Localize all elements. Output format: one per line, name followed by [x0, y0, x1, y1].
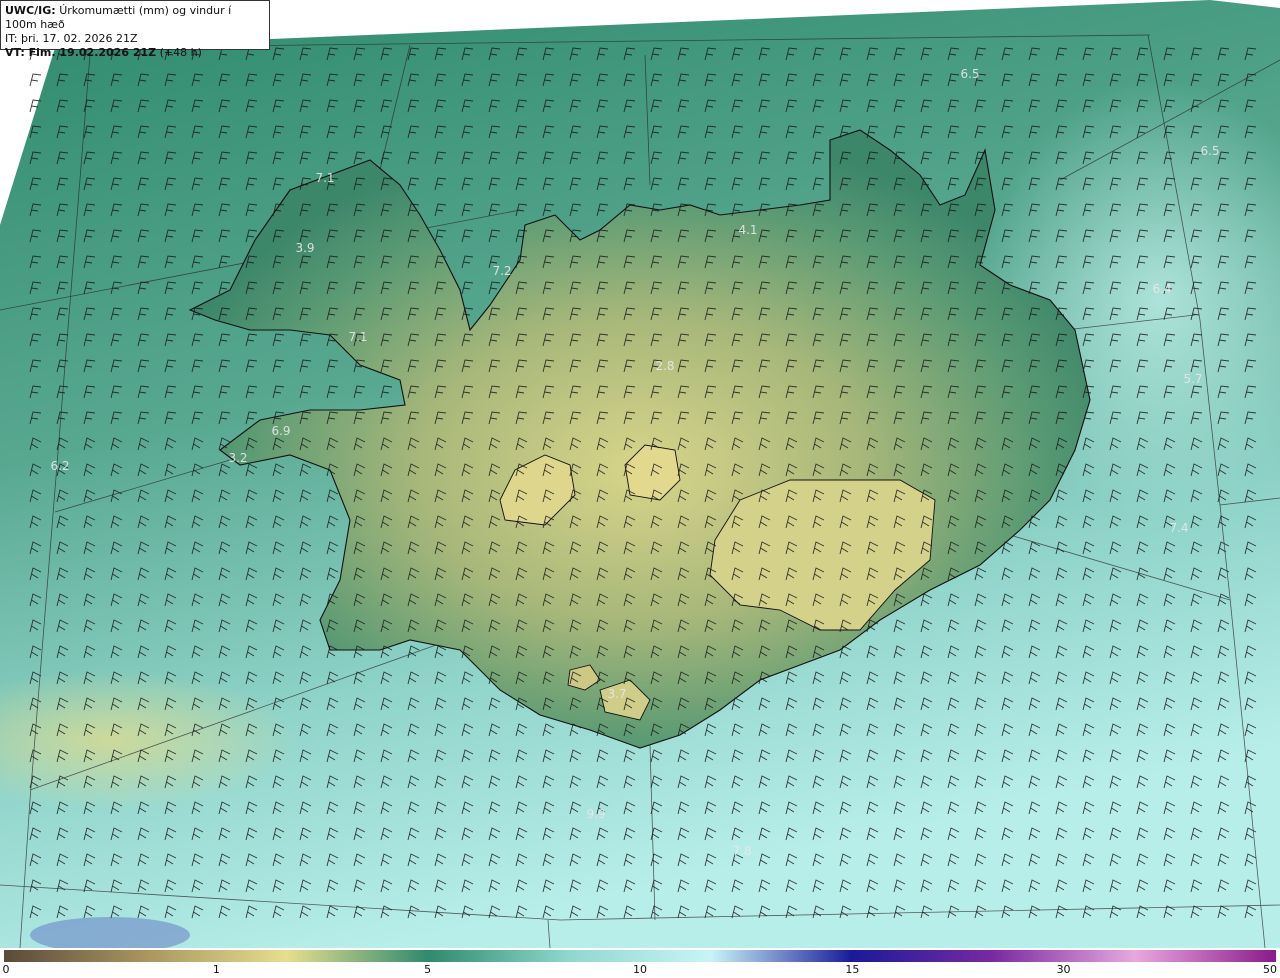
value-label: 3.2	[228, 451, 247, 465]
header-init-line: IT: þri. 17. 02. 2026 21Z	[5, 32, 265, 46]
value-label: 7.8	[732, 844, 751, 858]
colorbar-tick-label: 5	[424, 963, 432, 976]
colorbar: 0 1 5 10 15 30 50	[0, 948, 1280, 978]
value-label: 5.7	[1183, 372, 1202, 386]
colorbar-tick-label: 30	[1056, 963, 1071, 976]
forecast-map[interactable]: 6.5 6.5 7.1 3.9 7.2 4.1 6.4 7.1 2.8 5.7 …	[0, 0, 1280, 948]
value-label: 7.1	[315, 171, 334, 185]
value-label: 7.4	[1169, 521, 1188, 535]
colorbar-tick-label: 10	[633, 963, 647, 976]
value-label: 7.2	[492, 264, 511, 278]
header-valid-line: VT: Fim. 19.02.2026 21Z (+48 h)	[5, 46, 265, 60]
colorbar-tick-label: 1	[212, 963, 220, 976]
valid-time: VT: Fim. 19.02.2026 21Z	[5, 46, 157, 59]
init-label: IT:	[5, 32, 18, 45]
init-time: þri. 17. 02. 2026 21Z	[20, 32, 138, 45]
colorbar-tick-label: 0	[2, 963, 10, 976]
header-title-line: UWC/IG: Úrkomumætti (mm) og vindur í 100…	[5, 4, 265, 32]
model-label: UWC/IG:	[5, 4, 56, 17]
value-label: 6.5	[960, 67, 979, 81]
value-label: 7.1	[348, 330, 367, 344]
lead-time: (+48 h)	[159, 46, 202, 59]
value-label: 6.2	[50, 459, 69, 473]
value-label: 3.7	[607, 687, 626, 701]
value-label: 6.5	[1200, 144, 1219, 158]
value-label: 2.8	[655, 359, 674, 373]
value-label: 6.4	[1152, 282, 1171, 296]
map-header: UWC/IG: Úrkomumætti (mm) og vindur í 100…	[0, 0, 270, 59]
value-label: 9.9	[586, 807, 605, 821]
colorbar-tick-label: 50	[1263, 963, 1277, 976]
value-label: 4.1	[738, 223, 757, 237]
colorbar-tick-label: 15	[845, 963, 860, 976]
value-label: 3.9	[295, 241, 314, 255]
value-label: 6.9	[271, 424, 290, 438]
colorbar-strip	[4, 950, 1276, 962]
